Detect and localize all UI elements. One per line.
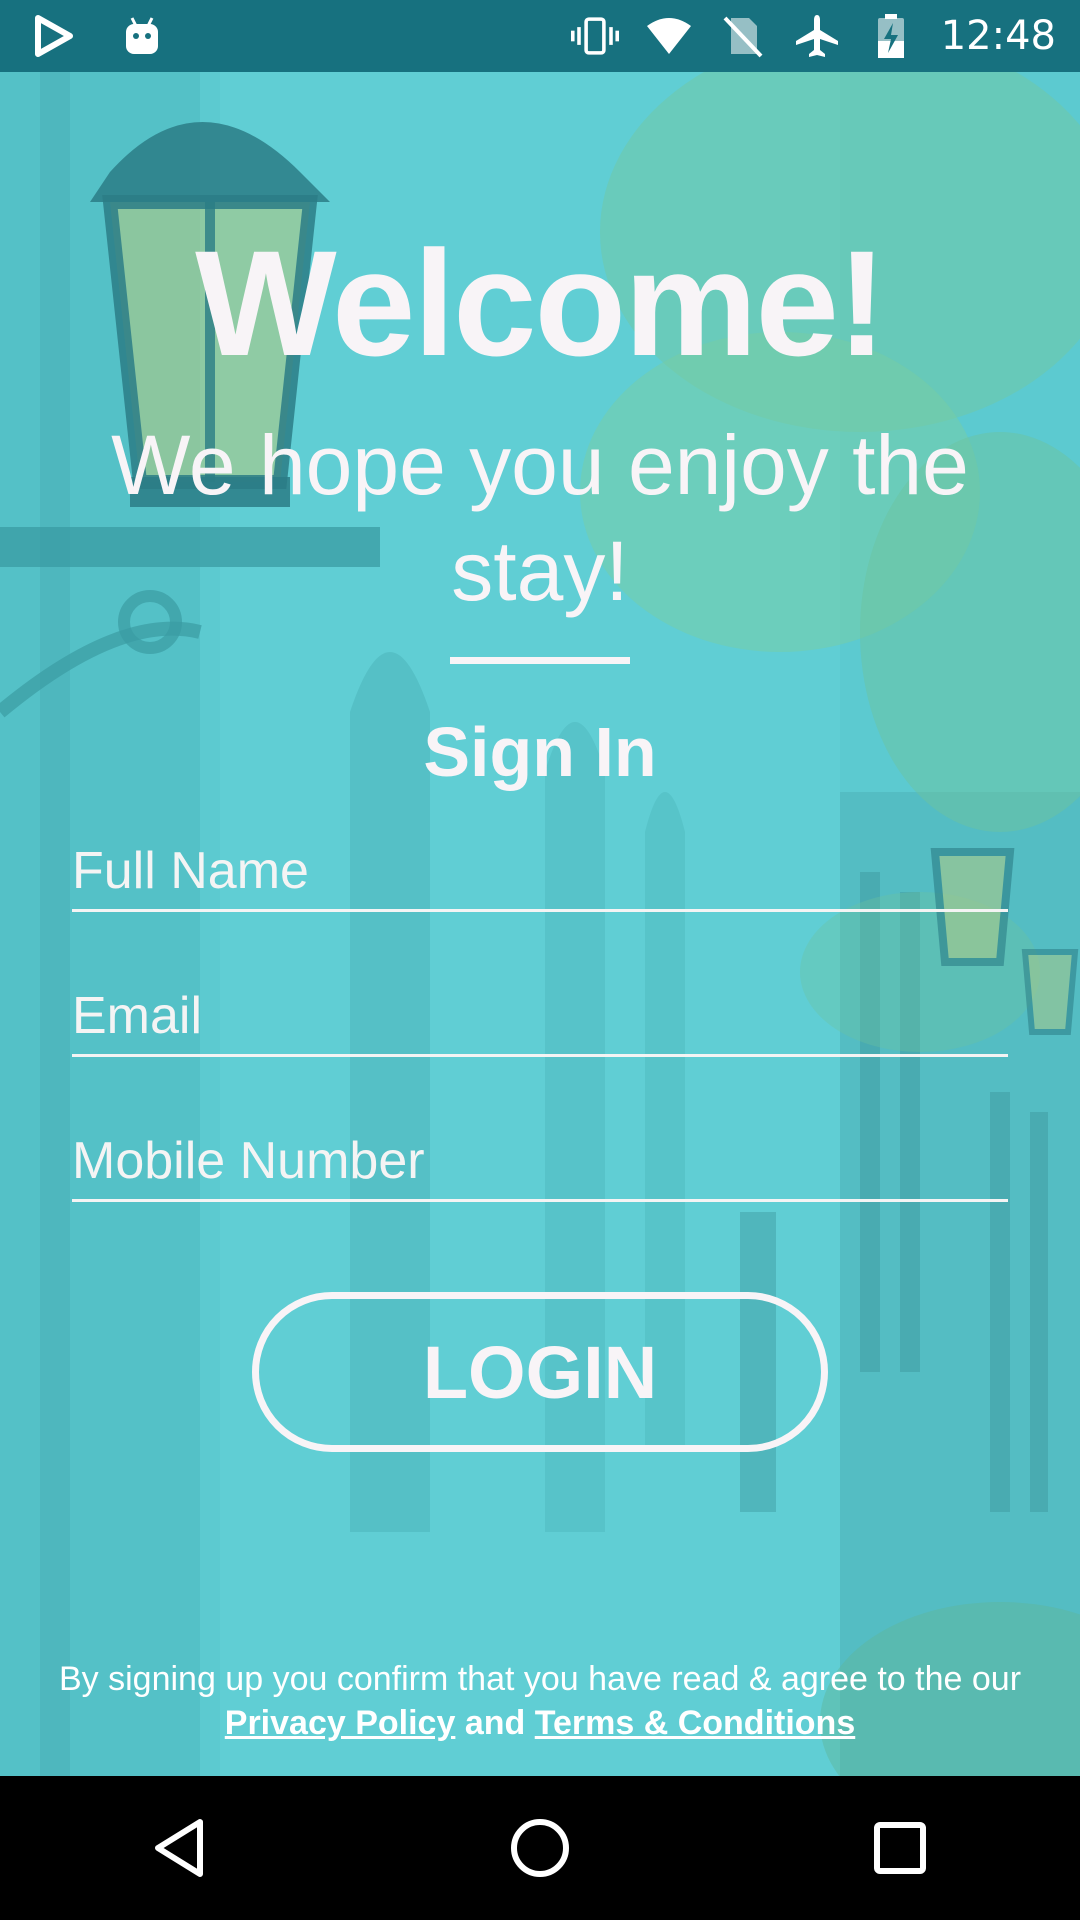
legal-text: By signing up you confirm that you have … [58, 1660, 1022, 1698]
recents-icon[interactable] [840, 1788, 960, 1908]
airplane-icon [793, 12, 841, 60]
login-button[interactable]: LOGIN [252, 1292, 828, 1452]
back-icon[interactable] [120, 1788, 240, 1908]
welcome-subtitle: We hope you enjoy the stay! [111, 418, 969, 618]
battery-charging-icon [867, 12, 915, 60]
navigation-bar [0, 1776, 1080, 1920]
legal-and-text: and [464, 1704, 526, 1742]
mobile-number-input[interactable] [72, 1112, 1008, 1199]
no-sim-icon [719, 12, 767, 60]
mobile-field-container [72, 1112, 1008, 1202]
welcome-title: Welcome! [195, 219, 887, 387]
full-name-field-container [72, 822, 1008, 912]
wifi-icon [645, 12, 693, 60]
legal-links: Privacy Policy and Terms & Conditions [40, 1701, 1040, 1745]
full-name-input[interactable] [72, 822, 1008, 909]
privacy-policy-link[interactable]: Privacy Policy [225, 1704, 456, 1742]
vibrate-icon [570, 12, 619, 60]
play-store-icon [30, 12, 78, 60]
status-bar: 12:48 [0, 0, 1080, 72]
sign-in-form: Welcome! We hope you enjoy the stay! Sig… [0, 72, 1080, 1776]
email-field-container [72, 967, 1008, 1057]
email-input[interactable] [72, 967, 1008, 1054]
android-icon [118, 12, 166, 60]
terms-conditions-link[interactable]: Terms & Conditions [535, 1704, 856, 1742]
divider [450, 657, 630, 664]
sign-in-heading: Sign In [423, 713, 657, 791]
status-time: 12:48 [940, 13, 1056, 59]
legal-notice: By signing up you confirm that you have … [40, 1657, 1040, 1745]
home-icon[interactable] [480, 1788, 600, 1908]
